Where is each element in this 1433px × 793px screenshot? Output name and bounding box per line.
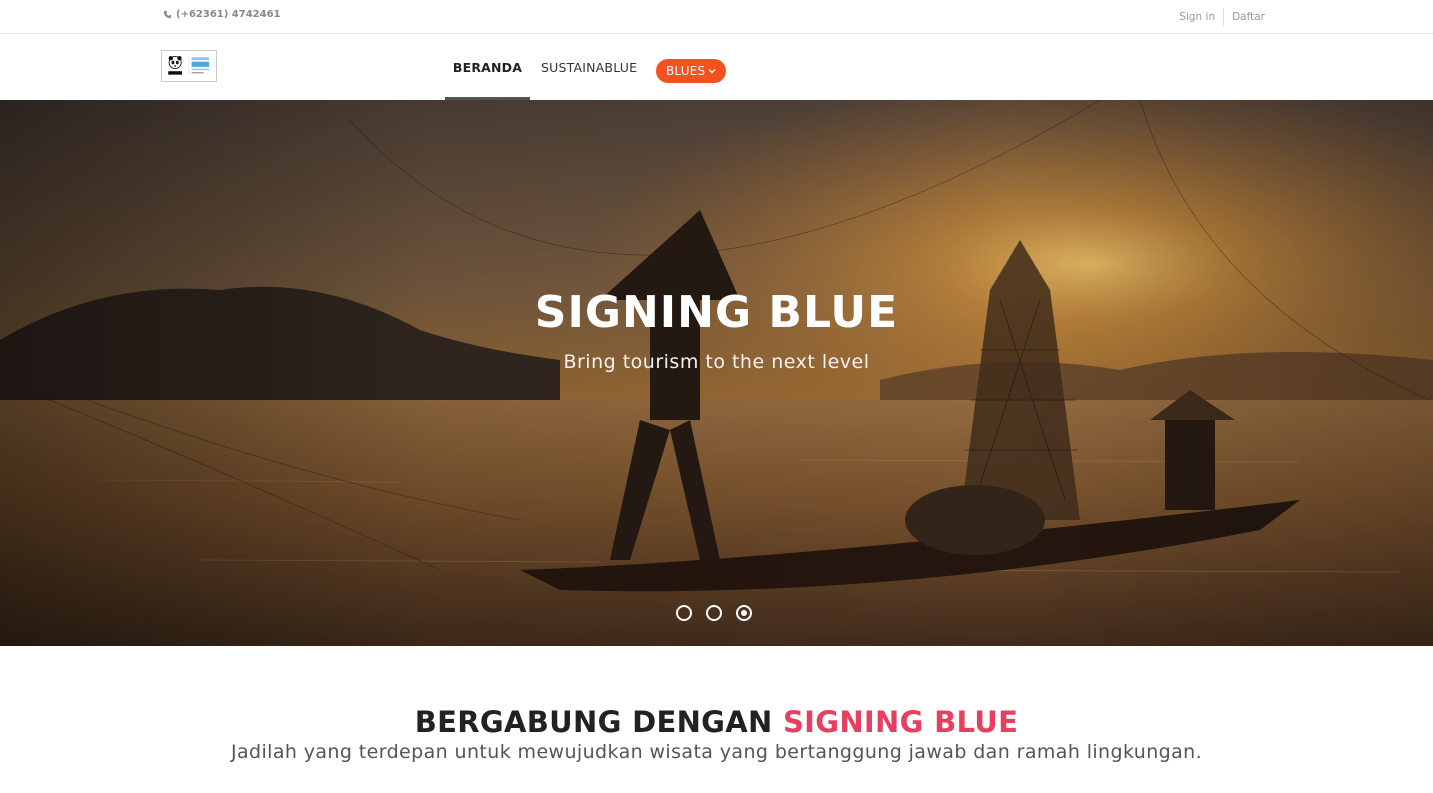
- join-subtitle: Jadilah yang terdepan untuk mewujudkan w…: [230, 741, 1203, 763]
- nav-blues-label: BLUES: [666, 64, 706, 78]
- auth-divider: [1223, 8, 1225, 26]
- hero-carousel: SIGNING BLUE Bring tourism to the next l…: [0, 100, 1433, 646]
- hero-subtitle: Bring tourism to the next level: [563, 351, 870, 373]
- join-heading-accent: SIGNING BLUE: [782, 705, 1019, 739]
- carousel-dot-3[interactable]: [736, 605, 752, 621]
- register-link[interactable]: Daftar: [1232, 11, 1265, 23]
- main-navbar: BERANDA SUSTAINABLUE BLUES: [0, 34, 1433, 100]
- sign-in-link[interactable]: Sign in: [1179, 11, 1215, 23]
- hero-background-image: [0, 100, 1433, 646]
- wwf-panda-logo-icon: [168, 56, 209, 76]
- carousel-dot-2[interactable]: [706, 605, 722, 621]
- phone-contact: (+62361) 4742461: [163, 9, 281, 20]
- chevron-down-icon: [708, 69, 716, 74]
- auth-links: Sign in Daftar: [1179, 8, 1265, 26]
- top-bar: (+62361) 4742461 Sign in Daftar: [0, 0, 1433, 34]
- join-heading-prefix: BERGABUNG DENGAN: [414, 705, 773, 739]
- hero-title: SIGNING BLUE: [534, 287, 899, 338]
- carousel-dot-1[interactable]: [676, 605, 692, 621]
- nav-blues-dropdown[interactable]: BLUES: [656, 59, 727, 83]
- site-logo[interactable]: [161, 50, 217, 82]
- phone-number: (+62361) 4742461: [176, 9, 281, 20]
- join-heading: BERGABUNG DENGAN SIGNING BLUE: [0, 705, 1433, 739]
- nav-sustainablue[interactable]: SUSTAINABLUE: [541, 34, 637, 100]
- carousel-indicators: [676, 605, 752, 621]
- nav-beranda[interactable]: BERANDA: [445, 34, 530, 100]
- phone-icon: [163, 10, 172, 19]
